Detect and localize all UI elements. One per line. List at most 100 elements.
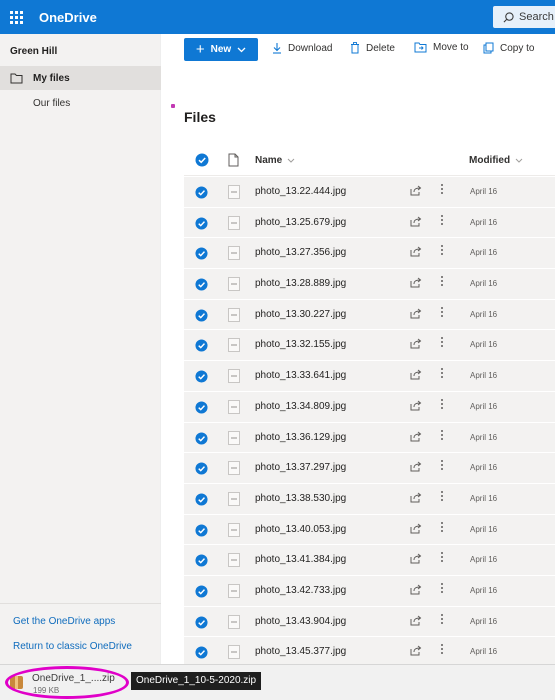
check-circle-icon[interactable]: [195, 370, 208, 383]
file-row[interactable]: photo_13.42.733.jpg April 16: [184, 575, 555, 607]
image-file-icon: [228, 215, 240, 230]
share-icon[interactable]: [410, 431, 422, 442]
file-name[interactable]: photo_13.38.530.jpg: [255, 493, 346, 504]
share-icon[interactable]: [410, 308, 422, 319]
get-apps-link[interactable]: Get the OneDrive apps: [13, 616, 115, 627]
file-row[interactable]: photo_13.33.641.jpg April 16: [184, 361, 555, 392]
file-name[interactable]: photo_13.33.641.jpg: [255, 370, 346, 381]
sidebar-item-our-files[interactable]: Our files: [33, 98, 70, 109]
classic-onedrive-link[interactable]: Return to classic OneDrive: [13, 641, 132, 652]
check-circle-icon[interactable]: [195, 524, 208, 537]
file-row[interactable]: photo_13.40.053.jpg April 16: [184, 514, 555, 546]
sidebar-item-my-files[interactable]: My files: [0, 66, 161, 90]
share-icon[interactable]: [410, 216, 422, 227]
file-row[interactable]: photo_13.25.679.jpg April 16: [184, 207, 555, 239]
file-name[interactable]: photo_13.28.889.jpg: [255, 278, 346, 289]
check-circle-icon[interactable]: [195, 186, 208, 199]
more-vertical-icon[interactable]: [440, 644, 444, 655]
file-name[interactable]: photo_13.37.297.jpg: [255, 462, 346, 473]
check-circle-icon[interactable]: [195, 616, 208, 629]
file-row[interactable]: photo_13.36.129.jpg April 16: [184, 422, 555, 454]
share-icon[interactable]: [410, 246, 422, 257]
file-row[interactable]: photo_13.27.356.jpg April 16: [184, 238, 555, 270]
more-vertical-icon[interactable]: [440, 337, 444, 348]
column-header-modified[interactable]: Modified: [469, 155, 523, 166]
file-row[interactable]: photo_13.34.809.jpg April 16: [184, 391, 555, 423]
move-to-button[interactable]: Move to: [414, 42, 469, 53]
file-name[interactable]: photo_13.32.155.jpg: [255, 339, 346, 350]
more-vertical-icon[interactable]: [440, 184, 444, 194]
more-vertical-icon[interactable]: [440, 521, 444, 532]
file-modified-date: April 16: [470, 463, 498, 473]
more-vertical-icon[interactable]: [440, 214, 444, 225]
file-name[interactable]: photo_13.43.904.jpg: [255, 616, 346, 627]
file-name[interactable]: photo_13.22.444.jpg: [255, 186, 346, 197]
file-name[interactable]: photo_13.27.356.jpg: [255, 247, 346, 258]
file-name[interactable]: photo_13.34.809.jpg: [255, 401, 346, 412]
file-row[interactable]: photo_13.43.904.jpg April 16: [184, 606, 555, 638]
more-vertical-icon[interactable]: [440, 245, 444, 256]
file-row[interactable]: photo_13.22.444.jpg April 16: [184, 177, 555, 208]
more-vertical-icon[interactable]: [440, 306, 444, 317]
check-circle-icon[interactable]: [195, 401, 208, 414]
file-row[interactable]: photo_13.30.227.jpg April 16: [184, 299, 555, 331]
check-circle-icon[interactable]: [195, 278, 208, 291]
more-vertical-icon[interactable]: [440, 398, 444, 409]
file-name[interactable]: photo_13.40.053.jpg: [255, 524, 346, 535]
file-row[interactable]: photo_13.41.384.jpg April 16: [184, 545, 555, 576]
check-circle-icon[interactable]: [195, 646, 208, 659]
copy-to-button[interactable]: Copy to: [483, 42, 534, 54]
file-modified-date: April 16: [470, 248, 498, 258]
check-circle-icon[interactable]: [195, 431, 208, 445]
file-row[interactable]: photo_13.28.889.jpg April 16: [184, 269, 555, 300]
check-circle-icon[interactable]: [195, 339, 208, 352]
check-circle-icon[interactable]: [195, 247, 208, 260]
share-icon[interactable]: [410, 584, 422, 595]
check-circle-icon[interactable]: [195, 493, 208, 506]
share-icon[interactable]: [410, 400, 422, 411]
file-name[interactable]: photo_13.45.377.jpg: [255, 646, 346, 657]
more-vertical-icon[interactable]: [440, 460, 444, 471]
select-all-check-icon[interactable]: [195, 153, 209, 167]
trash-icon: [351, 42, 359, 54]
share-icon[interactable]: [410, 185, 422, 196]
more-vertical-icon[interactable]: [440, 276, 444, 287]
share-icon[interactable]: [410, 553, 422, 564]
check-circle-icon[interactable]: [195, 462, 208, 475]
delete-button[interactable]: Delete: [350, 42, 395, 54]
image-file-icon: [228, 645, 240, 660]
new-button[interactable]: + New: [184, 38, 258, 61]
share-icon[interactable]: [410, 461, 422, 472]
download-button[interactable]: Download: [272, 42, 332, 54]
share-icon[interactable]: [410, 645, 422, 656]
file-row[interactable]: photo_13.38.530.jpg April 16: [184, 483, 555, 515]
share-icon[interactable]: [410, 615, 422, 626]
app-launcher-waffle-icon[interactable]: [1, 0, 31, 34]
check-circle-icon[interactable]: [195, 554, 208, 567]
more-vertical-icon[interactable]: [440, 368, 444, 379]
column-header-name[interactable]: Name: [255, 155, 295, 166]
share-icon[interactable]: [410, 492, 422, 503]
more-vertical-icon[interactable]: [440, 613, 444, 624]
more-vertical-icon[interactable]: [440, 429, 444, 440]
check-circle-icon[interactable]: [195, 217, 208, 230]
share-icon[interactable]: [410, 277, 422, 288]
share-icon[interactable]: [410, 369, 422, 380]
file-row[interactable]: photo_13.32.155.jpg April 16: [184, 330, 555, 362]
file-name[interactable]: photo_13.42.733.jpg: [255, 585, 346, 596]
file-name[interactable]: photo_13.25.679.jpg: [255, 217, 346, 228]
check-circle-icon[interactable]: [195, 309, 208, 322]
more-vertical-icon[interactable]: [440, 490, 444, 501]
check-circle-icon[interactable]: [195, 585, 208, 598]
file-name[interactable]: photo_13.41.384.jpg: [255, 554, 346, 565]
file-row[interactable]: photo_13.37.297.jpg April 16: [184, 453, 555, 484]
share-icon[interactable]: [410, 338, 422, 349]
file-name[interactable]: photo_13.36.129.jpg: [255, 432, 346, 443]
file-modified-date: April 16: [470, 279, 498, 289]
more-vertical-icon[interactable]: [440, 582, 444, 593]
more-vertical-icon[interactable]: [440, 552, 444, 563]
search-box[interactable]: Search: [493, 6, 555, 28]
file-name[interactable]: photo_13.30.227.jpg: [255, 309, 346, 320]
app-title[interactable]: OneDrive: [39, 10, 97, 25]
share-icon[interactable]: [410, 523, 422, 534]
